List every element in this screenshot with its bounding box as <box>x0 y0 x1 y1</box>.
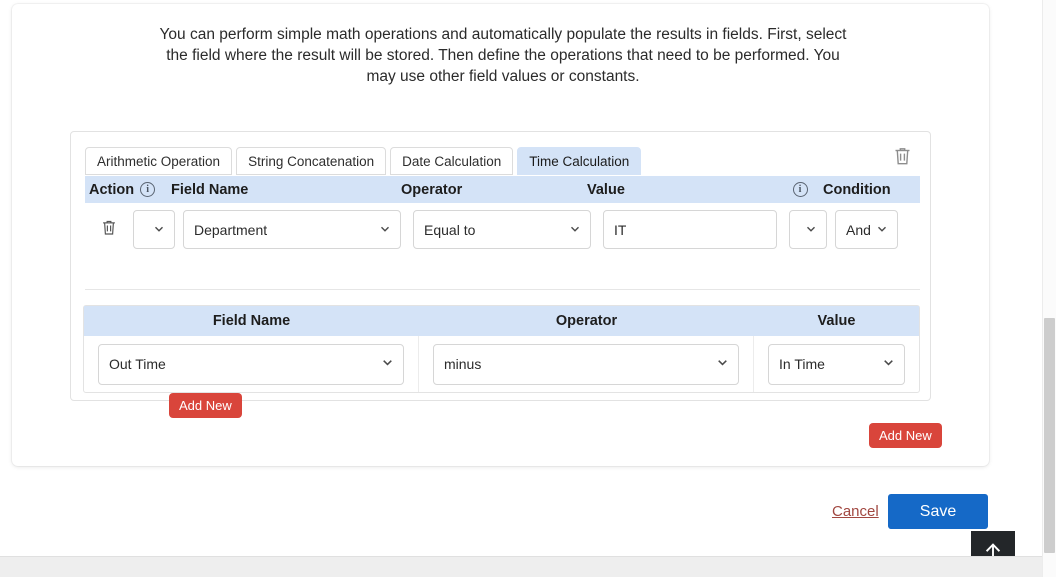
chevron-down-icon <box>716 356 729 372</box>
formula-header-field-name: Field Name <box>212 313 291 329</box>
app-viewport: You can perform simple math operations a… <box>0 0 1056 577</box>
header-value-info: i <box>777 182 823 197</box>
value-input-text: IT <box>614 221 627 238</box>
header-field-name: Field Name <box>171 181 249 198</box>
info-icon[interactable]: i <box>140 182 156 197</box>
formula-field-name-value: Out Time <box>109 356 166 372</box>
formula-field-name-cell: Out Time <box>84 336 419 392</box>
tab-string-concatenation[interactable]: String Concatenation <box>236 147 387 175</box>
formula-value-value: In Time <box>779 356 825 372</box>
value-type-select[interactable] <box>789 210 827 249</box>
save-button[interactable]: Save <box>888 494 988 529</box>
footer-strip <box>0 556 1042 577</box>
formula-row: Out Time minus In Time <box>84 336 919 392</box>
formula-operator-cell: minus <box>419 336 754 392</box>
condition-value: And <box>846 221 871 238</box>
condition-table-header: Action i Field Name Operator Value i Con… <box>85 176 920 203</box>
cancel-link[interactable]: Cancel <box>832 503 879 520</box>
action-select[interactable] <box>133 210 175 249</box>
formula-operator-select[interactable]: minus <box>433 343 739 385</box>
formula-table-header: Field Name Operator Value <box>84 306 919 336</box>
operator-select[interactable]: Equal to <box>413 210 591 249</box>
rule-panel: Arithmetic Operation String Concatenatio… <box>70 131 931 418</box>
header-operator: Operator <box>401 181 463 198</box>
page-scrollbar[interactable] <box>1042 0 1056 577</box>
formula-value-select[interactable]: In Time <box>768 343 905 385</box>
condition-select[interactable]: And <box>835 210 898 249</box>
trash-icon <box>893 146 912 166</box>
condition-row: Department Equal to IT And <box>85 210 898 249</box>
add-condition-button[interactable]: Add New <box>169 393 242 418</box>
scrollbar-thumb[interactable] <box>1044 318 1055 553</box>
formula-operator-value: minus <box>444 356 482 372</box>
tab-time-calculation[interactable]: Time Calculation <box>517 147 642 175</box>
formula-value-cell: In Time <box>754 336 919 392</box>
header-action: Action i <box>85 182 171 198</box>
chevron-down-icon <box>569 222 581 238</box>
chevron-down-icon <box>379 222 391 238</box>
field-name-value: Department <box>194 221 268 238</box>
formula-header-value: Value <box>817 313 856 329</box>
panel-delete-button[interactable] <box>890 144 914 168</box>
formula-header-operator: Operator <box>555 313 618 329</box>
chevron-down-icon <box>153 222 165 238</box>
calculation-type-tabs: Arithmetic Operation String Concatenatio… <box>85 147 642 175</box>
operator-value: Equal to <box>424 221 476 238</box>
chevron-down-icon <box>876 222 888 238</box>
info-icon[interactable]: i <box>792 182 808 197</box>
field-name-select[interactable]: Department <box>183 210 401 249</box>
chevron-down-icon <box>805 222 817 238</box>
section-divider <box>85 289 920 290</box>
formula-table: Field Name Operator Value Out Time minus <box>83 305 920 393</box>
trash-icon <box>101 219 117 241</box>
add-rule-button[interactable]: Add New <box>869 423 942 448</box>
row-delete-button[interactable] <box>85 219 133 241</box>
value-input[interactable]: IT <box>603 210 777 249</box>
intro-description: You can perform simple math operations a… <box>159 26 847 85</box>
header-condition: Condition <box>823 181 891 198</box>
header-action-label: Action <box>89 181 135 198</box>
chevron-down-icon <box>381 356 394 372</box>
header-value: Value <box>587 181 625 198</box>
chevron-down-icon <box>882 356 895 372</box>
tab-arithmetic-operation[interactable]: Arithmetic Operation <box>85 147 233 175</box>
formula-field-name-select[interactable]: Out Time <box>98 343 404 385</box>
tab-date-calculation[interactable]: Date Calculation <box>390 147 514 175</box>
